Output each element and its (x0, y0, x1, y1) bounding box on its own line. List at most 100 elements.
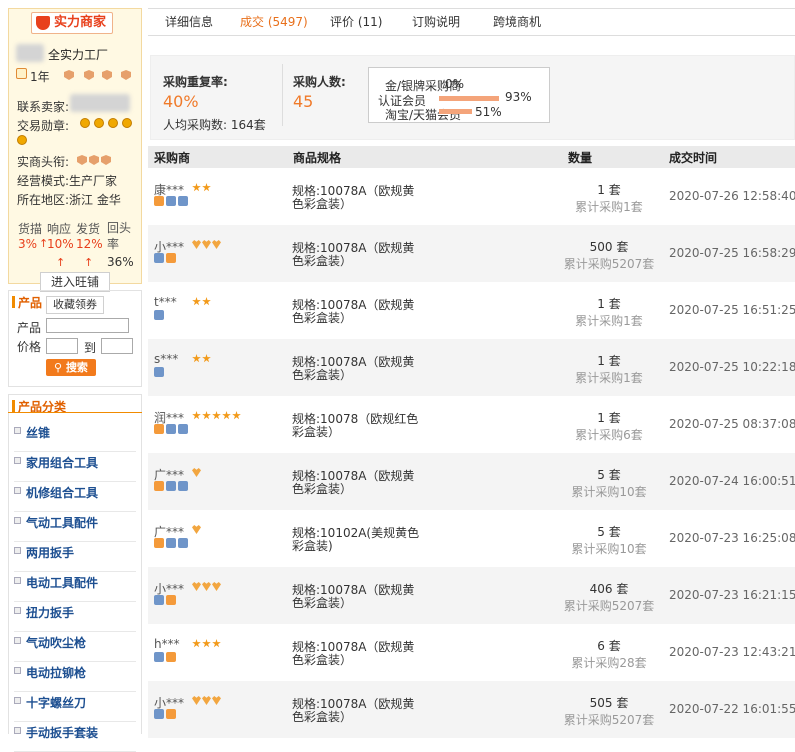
star-icon (202, 183, 211, 192)
enter-shop-button[interactable]: 进入旺铺 (40, 272, 110, 292)
business-mode-label: 经营模式: (17, 174, 70, 188)
category-label: 两用扳手 (26, 546, 75, 560)
verified-icon (166, 196, 176, 206)
star-icon (192, 411, 201, 420)
product-label: 产品 (17, 321, 42, 335)
quantity: 5 套 (597, 468, 621, 482)
verified-icon (166, 538, 176, 548)
buyer-level (192, 354, 211, 363)
cumulative-quantity: 累计采购10套 (571, 542, 647, 556)
buyer-name[interactable]: s*** (154, 352, 178, 366)
quantity: 500 套 (589, 240, 629, 254)
table-row: 广*** 规格:10102A(美规黄色彩盒装) 5 套累计采购10套 2020-07-… (148, 510, 795, 567)
cumulative-quantity: 累计采购5207套 (563, 599, 655, 613)
heart-icon (192, 525, 201, 534)
metric-value: 10% (47, 237, 74, 251)
buyer-badges (154, 253, 176, 263)
product-spec: 规格:10078A（欧规黄色彩盒装） (292, 184, 415, 211)
title-label: 实商头衔: (17, 155, 70, 169)
verified-icon (166, 481, 176, 491)
popover-value: 51% (475, 105, 502, 119)
category-item[interactable]: 家用组合工具 (14, 454, 136, 482)
category-item[interactable]: 扭力扳手 (14, 604, 136, 632)
tab-order-notes[interactable]: 订购说明 (412, 13, 460, 30)
cumulative-quantity: 累计采购1套 (575, 314, 643, 328)
cumulative-quantity: 累计采购1套 (575, 200, 643, 214)
avatar (16, 44, 44, 62)
category-item[interactable]: 两用扳手 (14, 544, 136, 572)
bullet-icon (14, 517, 21, 524)
shop-name[interactable]: 全实力工厂 (48, 46, 108, 63)
metric-value: 12% (76, 237, 103, 251)
popover-bar (439, 96, 499, 101)
buyer-count-label[interactable]: 采购人数: (293, 73, 346, 90)
heart-icon (192, 240, 201, 249)
category-item[interactable]: 机修组合工具 (14, 484, 136, 512)
table-row: 润*** 规格:10078（欧规红色彩盒装） 1 套累计采购6套 2020-07-25… (148, 396, 795, 453)
category-label: 扭力扳手 (26, 606, 75, 620)
buyer-name[interactable]: h*** (154, 637, 180, 651)
contact-seller-name[interactable] (70, 94, 130, 112)
medal-label: 交易勋章: (17, 119, 70, 133)
tab-cross-border[interactable]: 跨境商机 (493, 13, 541, 30)
star-icon (232, 411, 241, 420)
verified-icon (166, 424, 176, 434)
price-min-input[interactable] (46, 338, 78, 354)
search-button-label: 搜索 (65, 361, 88, 374)
buyer-badges (154, 652, 176, 662)
member-icon (166, 652, 176, 662)
buyer-level (192, 696, 221, 705)
transaction-time: 2020-07-23 16:25:08 (669, 531, 795, 545)
category-item[interactable]: 十字螺丝刀 (14, 694, 136, 722)
category-item[interactable]: 丝锥 (14, 424, 136, 452)
arrow-up-icon: ↑ (56, 256, 66, 269)
star-icon (192, 354, 201, 363)
table-row: t*** 规格:10078A（欧规黄色彩盒装） 1 套累计采购1套 2020-07-2… (148, 282, 795, 339)
quantity: 1 套 (597, 411, 621, 425)
transaction-time: 2020-07-24 16:00:51 (669, 474, 795, 488)
category-item[interactable]: 手动扳手套装 (14, 724, 136, 752)
popover-bar (439, 109, 472, 114)
verified-icon (154, 367, 164, 377)
price-max-input[interactable] (101, 338, 133, 354)
buyer-name[interactable]: t*** (154, 295, 177, 309)
product-spec: 规格:10078A（欧规黄色彩盒装） (292, 241, 415, 268)
collect-coupon-button[interactable]: 收藏领券 (46, 296, 104, 314)
category-item[interactable]: 电动工具配件 (14, 574, 136, 602)
product-search-input[interactable] (46, 318, 129, 333)
table-row: s*** 规格:10078A（欧规黄色彩盒装） 1 套累计采购1套 2020-07-2… (148, 339, 795, 396)
heart-icon (202, 696, 211, 705)
tab-details[interactable]: 详细信息 (165, 13, 213, 30)
tab-transactions[interactable]: 成交 (5497) (240, 13, 308, 30)
metric-value: 36% (107, 255, 134, 269)
avg-purchase-label: 人均采购数: (163, 118, 228, 132)
verified-icon (178, 481, 188, 491)
table-row: 康*** 规格:10078A（欧规黄色彩盒装） 1 套累计采购1套 2020-07-2… (148, 168, 795, 225)
bullet-icon (14, 637, 21, 644)
search-title: 产品 (18, 296, 43, 310)
cumulative-quantity: 累计采购6套 (575, 428, 643, 442)
verified-icon (154, 595, 164, 605)
cumulative-quantity: 累计采购5207套 (563, 713, 655, 727)
price-label: 价格 (17, 340, 42, 354)
category-item[interactable]: 电动拉铆枪 (14, 664, 136, 692)
years-in-business: 1年 (30, 70, 50, 84)
popover-value: 93% (505, 90, 532, 104)
column-header-buyer: 采购商 (154, 151, 191, 165)
cumulative-quantity: 累计采购1套 (575, 371, 643, 385)
buyer-badges (154, 709, 176, 719)
buyer-badges (154, 481, 188, 491)
tab-reviews[interactable]: 评价 (11) (330, 13, 382, 30)
category-item[interactable]: 气动吹尘枪 (14, 634, 136, 662)
verified-icon (178, 424, 188, 434)
buyer-level (192, 183, 211, 192)
buyer-level (192, 297, 211, 306)
star-icon (192, 297, 201, 306)
category-item[interactable]: 气动工具配件 (14, 514, 136, 542)
search-button[interactable]: ⚲ 搜索 (46, 359, 96, 376)
medal-icon (122, 118, 132, 128)
shield-icon (36, 16, 50, 30)
product-spec: 规格:10078A（欧规黄色彩盒装） (292, 469, 415, 496)
category-label: 手动扳手套装 (26, 726, 99, 740)
rebuy-rate-value: 40% (163, 92, 199, 111)
